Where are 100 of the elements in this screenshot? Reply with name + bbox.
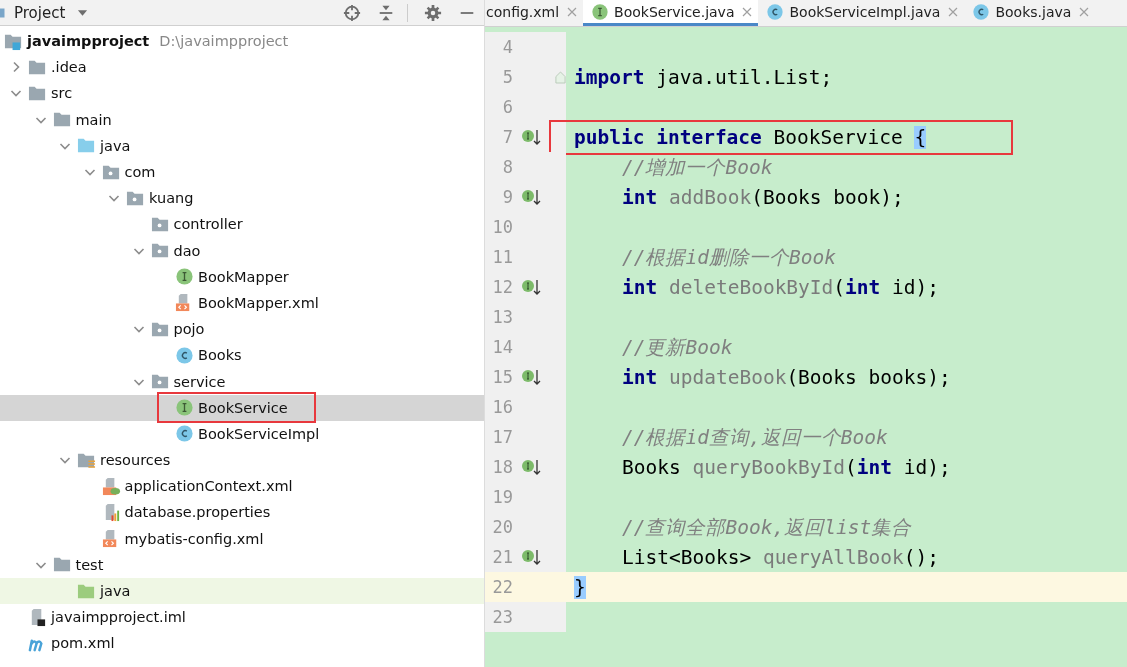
line-number: 8 bbox=[501, 157, 513, 177]
line-number: 23 bbox=[491, 607, 513, 627]
code-line: //增加一个Book bbox=[621, 154, 773, 181]
interface-icon bbox=[175, 267, 194, 287]
tree-item-label: dao bbox=[173, 242, 201, 259]
line-number: 5 bbox=[501, 67, 513, 87]
tree-item-label: javaimpproject bbox=[27, 33, 150, 50]
project-path: D:\javaimpproject bbox=[159, 33, 289, 50]
line-number: 22 bbox=[491, 577, 513, 597]
code-line: //根据id删除一个Book bbox=[621, 244, 836, 271]
close-icon[interactable] bbox=[567, 6, 578, 17]
implemented-icon[interactable] bbox=[521, 547, 541, 567]
line-number: 12 bbox=[491, 277, 513, 297]
tree-item-label: Books bbox=[198, 347, 242, 364]
spring-xml-icon bbox=[101, 476, 121, 496]
tree-item-label: applicationContext.xml bbox=[124, 478, 293, 495]
code-line: import java.util.List; bbox=[574, 65, 833, 89]
editor-tab[interactable]: BookServiceImpl.java bbox=[758, 0, 965, 26]
line-number: 10 bbox=[491, 217, 513, 237]
editor-tab[interactable]: config.xml bbox=[485, 0, 584, 26]
tree-row[interactable]: pojo bbox=[0, 316, 484, 343]
tree-row[interactable]: src bbox=[0, 80, 484, 107]
collapse-icon[interactable] bbox=[377, 3, 395, 22]
implemented-icon[interactable] bbox=[521, 367, 541, 387]
tree-item-label: pom.xml bbox=[51, 635, 115, 652]
class-icon bbox=[972, 2, 991, 21]
tree-item-label: java bbox=[100, 137, 131, 154]
editor-tab[interactable]: Books.java bbox=[964, 0, 1096, 26]
code-line: List<Books> queryAllBook(); bbox=[621, 545, 939, 569]
tree-row[interactable]: Books bbox=[0, 342, 484, 369]
class-icon bbox=[175, 424, 194, 444]
class-icon bbox=[766, 2, 785, 21]
tree-row[interactable]: controller bbox=[0, 211, 484, 238]
settings-icon[interactable] bbox=[424, 3, 442, 22]
tree-item-label: mybatis-config.xml bbox=[124, 530, 264, 547]
tree-row[interactable]: .idea bbox=[0, 54, 484, 81]
tree-item-label: resources bbox=[100, 452, 171, 469]
tree-row[interactable]: test bbox=[0, 551, 484, 578]
code-line: //根据id查询,返回一个Book bbox=[621, 424, 888, 451]
tab-label: config.xml bbox=[486, 3, 560, 20]
code-line: //更新Book bbox=[621, 334, 733, 361]
line-number: 16 bbox=[491, 397, 513, 417]
tree-item-label: database.properties bbox=[124, 504, 271, 521]
implemented-icon[interactable] bbox=[521, 277, 541, 297]
line-number: 9 bbox=[501, 187, 513, 207]
dropdown-icon[interactable] bbox=[77, 8, 89, 17]
line-number: 4 bbox=[501, 37, 513, 57]
tree-row[interactable]: BookService bbox=[0, 394, 484, 421]
line-number: 21 bbox=[491, 547, 513, 567]
tree-item-label: java bbox=[100, 583, 131, 600]
line-number: 14 bbox=[491, 337, 513, 357]
tree-item-label: BookService bbox=[198, 399, 288, 416]
tree-row[interactable]: resources bbox=[0, 447, 484, 474]
code-line: //查询全部Book,返回list集合 bbox=[621, 514, 912, 541]
class-icon bbox=[175, 345, 194, 365]
code-line: public interface BookService { bbox=[574, 125, 927, 149]
tree-row[interactable]: javaimpproject.iml bbox=[0, 604, 484, 631]
tree-row[interactable]: service bbox=[0, 368, 484, 395]
tree-row[interactable]: main bbox=[0, 106, 484, 133]
close-icon[interactable] bbox=[742, 6, 753, 17]
tree-row[interactable]: BookServiceImpl bbox=[0, 420, 484, 447]
code-line: int updateBook(Books books); bbox=[621, 365, 951, 389]
tree-row[interactable]: javaimpproject D:\javaimpproject bbox=[0, 28, 484, 55]
tab-label: BookServiceImpl.java bbox=[789, 3, 941, 20]
code-line: int deleteBookById(int id); bbox=[621, 275, 940, 299]
editor-tab[interactable]: BookService.java bbox=[583, 0, 759, 26]
tree-row[interactable]: java bbox=[0, 577, 484, 605]
tree-row[interactable]: mybatis-config.xml bbox=[0, 525, 484, 552]
implemented-icon[interactable] bbox=[521, 457, 541, 477]
tree-item-label: main bbox=[75, 111, 112, 128]
close-icon[interactable] bbox=[948, 6, 959, 17]
tree-item-label: pojo bbox=[173, 321, 205, 338]
tree-item-label: BookServiceImpl bbox=[198, 425, 320, 442]
tree-row[interactable]: BookMapper bbox=[0, 263, 484, 290]
tree-row[interactable]: kuang bbox=[0, 185, 484, 212]
implemented-icon[interactable] bbox=[521, 127, 541, 147]
tree-row[interactable]: pom.xml bbox=[0, 630, 484, 657]
line-number: 20 bbox=[491, 517, 513, 537]
line-number: 11 bbox=[491, 247, 513, 267]
tree-row[interactable]: dao bbox=[0, 237, 484, 264]
line-number: 15 bbox=[491, 367, 513, 387]
tree-row[interactable]: com bbox=[0, 158, 484, 186]
tree-item-label: service bbox=[173, 373, 226, 390]
interface-icon bbox=[175, 398, 194, 418]
locate-icon[interactable] bbox=[343, 3, 361, 22]
tree-item-label: BookMapper bbox=[198, 268, 289, 285]
line-number: 19 bbox=[491, 487, 513, 507]
close-icon[interactable] bbox=[1079, 6, 1090, 17]
code-line: Books queryBookById(int id); bbox=[621, 455, 951, 479]
tree-item-label: com bbox=[124, 164, 156, 181]
panel-title[interactable]: Project bbox=[14, 3, 66, 22]
tree-item-label: .idea bbox=[51, 59, 87, 76]
tree-row[interactable]: applicationContext.xml bbox=[0, 473, 484, 500]
line-number: 6 bbox=[501, 97, 513, 117]
tree-row[interactable]: database.properties bbox=[0, 499, 484, 526]
implemented-icon[interactable] bbox=[521, 187, 541, 207]
tree-item-label: controller bbox=[173, 216, 243, 233]
line-number: 7 bbox=[501, 127, 513, 147]
tree-row[interactable]: BookMapper.xml bbox=[0, 289, 484, 317]
tree-row[interactable]: java bbox=[0, 132, 484, 159]
